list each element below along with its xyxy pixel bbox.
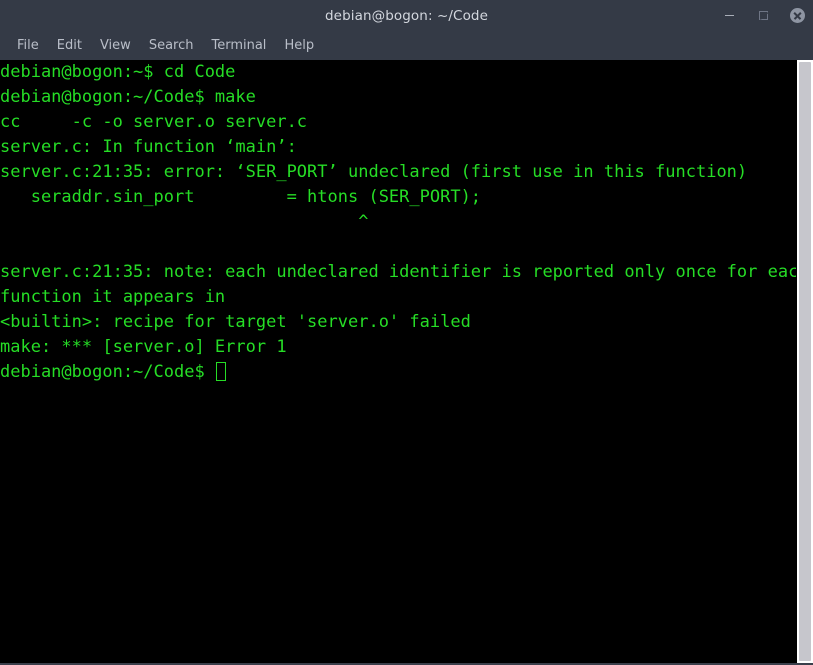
window-controls <box>721 0 806 31</box>
terminal-line-caret: ^ <box>0 212 369 232</box>
terminal-line: server.c: In function ‘main’: <box>0 137 297 157</box>
terminal-line: server.c:21:35: error: ‘SER_PORT’ undecl… <box>0 162 748 182</box>
menu-item-search[interactable]: Search <box>140 35 203 56</box>
terminal-line: server.c:21:35: note: each undeclared id… <box>0 262 796 282</box>
shell-prompt: debian@bogon:~/Code$ <box>0 362 215 382</box>
terminal-screen[interactable]: debian@bogon:~$ cd Code debian@bogon:~/C… <box>0 60 796 663</box>
terminal-line: function it appears in <box>0 287 226 307</box>
terminal-line: seraddr.sin_port = htons (SER_PORT); <box>0 187 482 207</box>
terminal-prompt-line: debian@bogon:~/Code$ <box>0 360 796 385</box>
terminal-line: cc -c -o server.o server.c <box>0 112 308 132</box>
terminal-output: debian@bogon:~$ cd Code debian@bogon:~/C… <box>0 60 796 385</box>
terminal-line: <builtin>: recipe for target 'server.o' … <box>0 312 471 332</box>
close-button[interactable] <box>789 7 806 24</box>
text-cursor[interactable] <box>215 362 226 381</box>
minimize-button[interactable] <box>721 7 738 24</box>
minimize-icon <box>725 14 734 17</box>
maximize-button[interactable] <box>755 7 772 24</box>
menu-item-terminal[interactable]: Terminal <box>202 35 275 56</box>
terminal-line: make: *** [server.o] Error 1 <box>0 337 287 357</box>
window-title: debian@bogon: ~/Code <box>325 7 488 24</box>
menu-bar: File Edit View Search Terminal Help <box>0 31 813 60</box>
title-bar[interactable]: debian@bogon: ~/Code <box>0 0 813 31</box>
terminal-line: debian@bogon:~$ cd Code <box>0 62 236 82</box>
terminal-window: debian@bogon: ~/Code File Edit View Sear… <box>0 0 813 665</box>
terminal-area: debian@bogon:~$ cd Code debian@bogon:~/C… <box>0 60 813 663</box>
menu-item-view[interactable]: View <box>91 35 140 56</box>
terminal-line: debian@bogon:~/Code$ make <box>0 87 256 107</box>
scrollbar-thumb[interactable] <box>799 62 811 661</box>
terminal-scrollbar[interactable] <box>796 60 813 663</box>
menu-item-help[interactable]: Help <box>275 35 323 56</box>
close-icon <box>790 8 805 23</box>
menu-item-edit[interactable]: Edit <box>48 35 91 56</box>
menu-item-file[interactable]: File <box>8 35 48 56</box>
maximize-icon <box>759 11 768 20</box>
